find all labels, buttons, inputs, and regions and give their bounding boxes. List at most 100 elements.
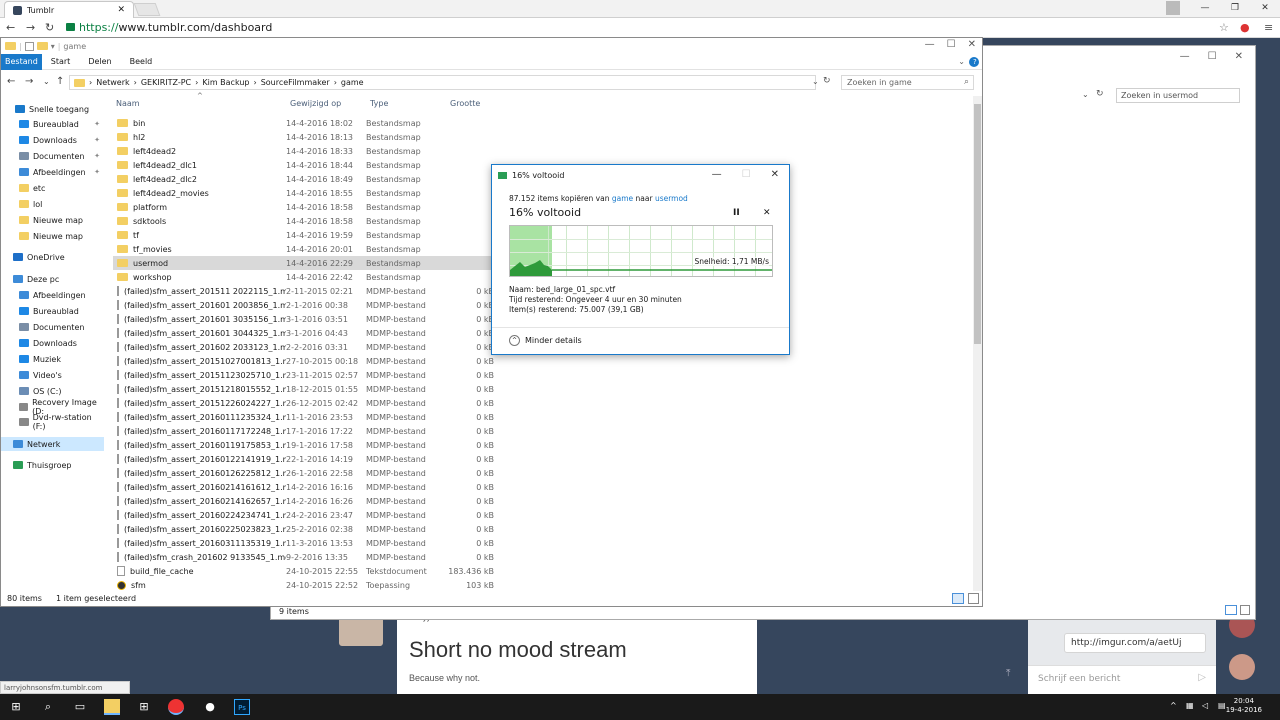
tray-chevron-icon[interactable]: ^	[1170, 701, 1177, 710]
file-row[interactable]: usermod 14-4-2016 22:29 Bestandsmap	[113, 256, 498, 270]
file-row[interactable]: (failed)sfm_assert_20160224234741_1.md..…	[113, 508, 498, 522]
close-icon[interactable]: ✕	[771, 169, 779, 180]
chat-message-link[interactable]: http://imgur.com/a/aetUj	[1064, 633, 1206, 653]
address-bar[interactable]: › Netwerk › GEKIRITZ-PC › Kim Backup › Sourc…	[69, 75, 816, 90]
menu-icon[interactable]: ≡	[1264, 21, 1273, 34]
column-header-name[interactable]: Naam	[116, 99, 140, 108]
close-icon[interactable]: ✕	[1235, 51, 1243, 62]
file-row[interactable]: (failed)sfm_assert_20160119175853_1.md..…	[113, 438, 498, 452]
pin-icon[interactable]: ✦	[94, 152, 100, 160]
minimize-icon[interactable]: —	[1190, 0, 1220, 18]
nav-item[interactable]: Documenten	[1, 320, 104, 334]
nav-item[interactable]: Bureaublad ✦	[1, 117, 104, 131]
maximize-icon[interactable]: ☐	[947, 39, 956, 50]
nav-item[interactable]: Downloads	[1, 336, 104, 350]
file-row[interactable]: (failed)sfm_assert_201602 2033123_1.md..…	[113, 340, 498, 354]
close-icon[interactable]: ✕	[1250, 0, 1280, 18]
breadcrumb-backup[interactable]: Kim Backup	[202, 78, 249, 87]
ribbon-tab-file[interactable]: Bestand	[1, 53, 42, 70]
nav-item[interactable]: lol	[1, 197, 104, 211]
search-input[interactable]: Zoeken in usermod	[1116, 88, 1240, 103]
nav-item[interactable]: Thuisgroep	[1, 458, 104, 472]
file-row[interactable]: (failed)sfm_assert_20160111235324_1.md..…	[113, 410, 498, 424]
extension-icon[interactable]: ●	[1240, 21, 1250, 34]
vertical-scrollbar[interactable]	[973, 96, 982, 591]
photoshop-icon[interactable]: Ps	[234, 699, 250, 715]
chat-avatar[interactable]	[1229, 654, 1255, 680]
scrollbar-thumb[interactable]	[974, 104, 981, 344]
chrome-icon[interactable]	[168, 699, 184, 715]
ribbon-tab-view[interactable]: Beeld	[121, 54, 162, 70]
maximize-icon[interactable]: ☐	[1208, 51, 1217, 62]
store-icon[interactable]: ⊞	[136, 699, 152, 715]
nav-item[interactable]: Video's	[1, 368, 104, 382]
network-tray-icon[interactable]: ▦	[1186, 701, 1194, 710]
column-header-type[interactable]: Type	[370, 99, 388, 108]
file-row[interactable]: left4dead2_movies 14-4-2016 18:55 Bestands…	[113, 186, 498, 200]
task-view-icon[interactable]: ▭	[72, 699, 88, 715]
search-input[interactable]: Zoeken in game ⌕	[841, 75, 974, 90]
steam-icon[interactable]: ●	[202, 699, 218, 715]
file-row[interactable]: tf 14-4-2016 19:59 Bestandsmap	[113, 228, 498, 242]
pin-icon[interactable]: ✦	[94, 168, 100, 176]
column-header-date[interactable]: Gewijzigd op	[290, 99, 341, 108]
file-row[interactable]: (failed)sfm_assert_201511 2022115_1.md..…	[113, 284, 498, 298]
details-view-icon[interactable]	[1225, 605, 1237, 615]
file-row[interactable]: (failed)sfm_assert_20160117172248_1.md..…	[113, 424, 498, 438]
forward-icon[interactable]: →	[26, 21, 35, 34]
target-folder-link[interactable]: usermod	[655, 194, 688, 203]
less-details-button[interactable]: ^ Minder details	[509, 335, 582, 346]
file-row[interactable]: (failed)sfm_assert_20151226024227_1.md..…	[113, 396, 498, 410]
scroll-top-icon[interactable]: ⤒	[1006, 668, 1010, 679]
minimize-icon[interactable]: —	[712, 169, 722, 180]
nav-item[interactable]: Snelle toegang	[1, 102, 104, 116]
search-icon[interactable]: ⌕	[40, 699, 56, 715]
back-icon[interactable]: ←	[7, 76, 15, 87]
file-row[interactable]: bin 14-4-2016 18:02 Bestandsmap	[113, 116, 498, 130]
send-icon[interactable]: ▷	[1198, 672, 1206, 683]
new-folder-icon[interactable]	[36, 42, 48, 50]
file-row[interactable]: (failed)sfm_assert_20151123025710_1.md..…	[113, 368, 498, 382]
nav-item[interactable]: Deze pc	[1, 272, 104, 286]
file-explorer-icon[interactable]	[104, 699, 120, 715]
file-row[interactable]: (failed)sfm_assert_20160126225812_1.md..…	[113, 466, 498, 480]
nav-item[interactable]: Nieuwe map	[1, 213, 104, 227]
file-row[interactable]: (failed)sfm_assert_20160311135319_1.md..…	[113, 536, 498, 550]
tiles-view-icon[interactable]	[1240, 605, 1250, 615]
pause-icon[interactable]: II	[733, 208, 740, 218]
file-row[interactable]: (failed)sfm_assert_201601 3035156_1.md..…	[113, 312, 498, 326]
new-tab-button[interactable]	[133, 3, 161, 16]
nav-item[interactable]: etc	[1, 181, 104, 195]
ribbon-tab-start[interactable]: Start	[42, 54, 80, 70]
details-view-icon[interactable]	[952, 593, 964, 604]
notifications-icon[interactable]: ▤	[1218, 701, 1226, 710]
nav-item[interactable]: Afbeeldingen	[1, 288, 104, 302]
file-row[interactable]: (failed)sfm_assert_20160122141919_1.md..…	[113, 452, 498, 466]
column-header-size[interactable]: Grootte	[450, 99, 480, 108]
chat-input[interactable]: Schrijf een bericht	[1028, 665, 1216, 694]
file-row[interactable]: (failed)sfm_assert_201601 2003856_1.md..…	[113, 298, 498, 312]
minimize-icon[interactable]: —	[925, 39, 935, 50]
ribbon-tab-share[interactable]: Delen	[79, 54, 120, 70]
close-tab-icon[interactable]: ✕	[117, 5, 125, 15]
refresh-icon[interactable]: ↻	[1096, 89, 1104, 99]
profile-icon[interactable]	[1166, 1, 1180, 15]
address-bar[interactable]: https://www.tumblr.com/dashboard	[79, 21, 272, 34]
help-icon[interactable]: ?	[969, 56, 979, 67]
nav-item[interactable]: Recovery Image (D:	[1, 398, 104, 416]
pin-icon[interactable]: ✦	[94, 136, 100, 144]
source-folder-link[interactable]: game	[612, 194, 633, 203]
file-row[interactable]: (failed)sfm_assert_20160225023823_1.md..…	[113, 522, 498, 536]
file-row[interactable]: (failed)sfm_crash_201602 9133545_1.mdmp 9…	[113, 550, 498, 564]
close-icon[interactable]: ✕	[968, 39, 976, 50]
volume-tray-icon[interactable]: ◁	[1202, 701, 1208, 710]
file-row[interactable]: (failed)sfm_assert_20160214161612_1.md..…	[113, 480, 498, 494]
file-row[interactable]: workshop 14-4-2016 22:42 Bestandsmap	[113, 270, 498, 284]
breadcrumb-pc[interactable]: GEKIRITZ-PC	[141, 78, 191, 87]
ribbon-expand-icon[interactable]: ⌄	[954, 54, 969, 70]
nav-item[interactable]: OneDrive	[1, 250, 104, 264]
file-row[interactable]: platform 14-4-2016 18:58 Bestandsmap	[113, 200, 498, 214]
bookmark-star-icon[interactable]: ☆	[1219, 21, 1229, 34]
nav-item[interactable]: Documenten ✦	[1, 149, 104, 163]
file-row[interactable]: (failed)sfm_assert_20160214162657_1.md..…	[113, 494, 498, 508]
